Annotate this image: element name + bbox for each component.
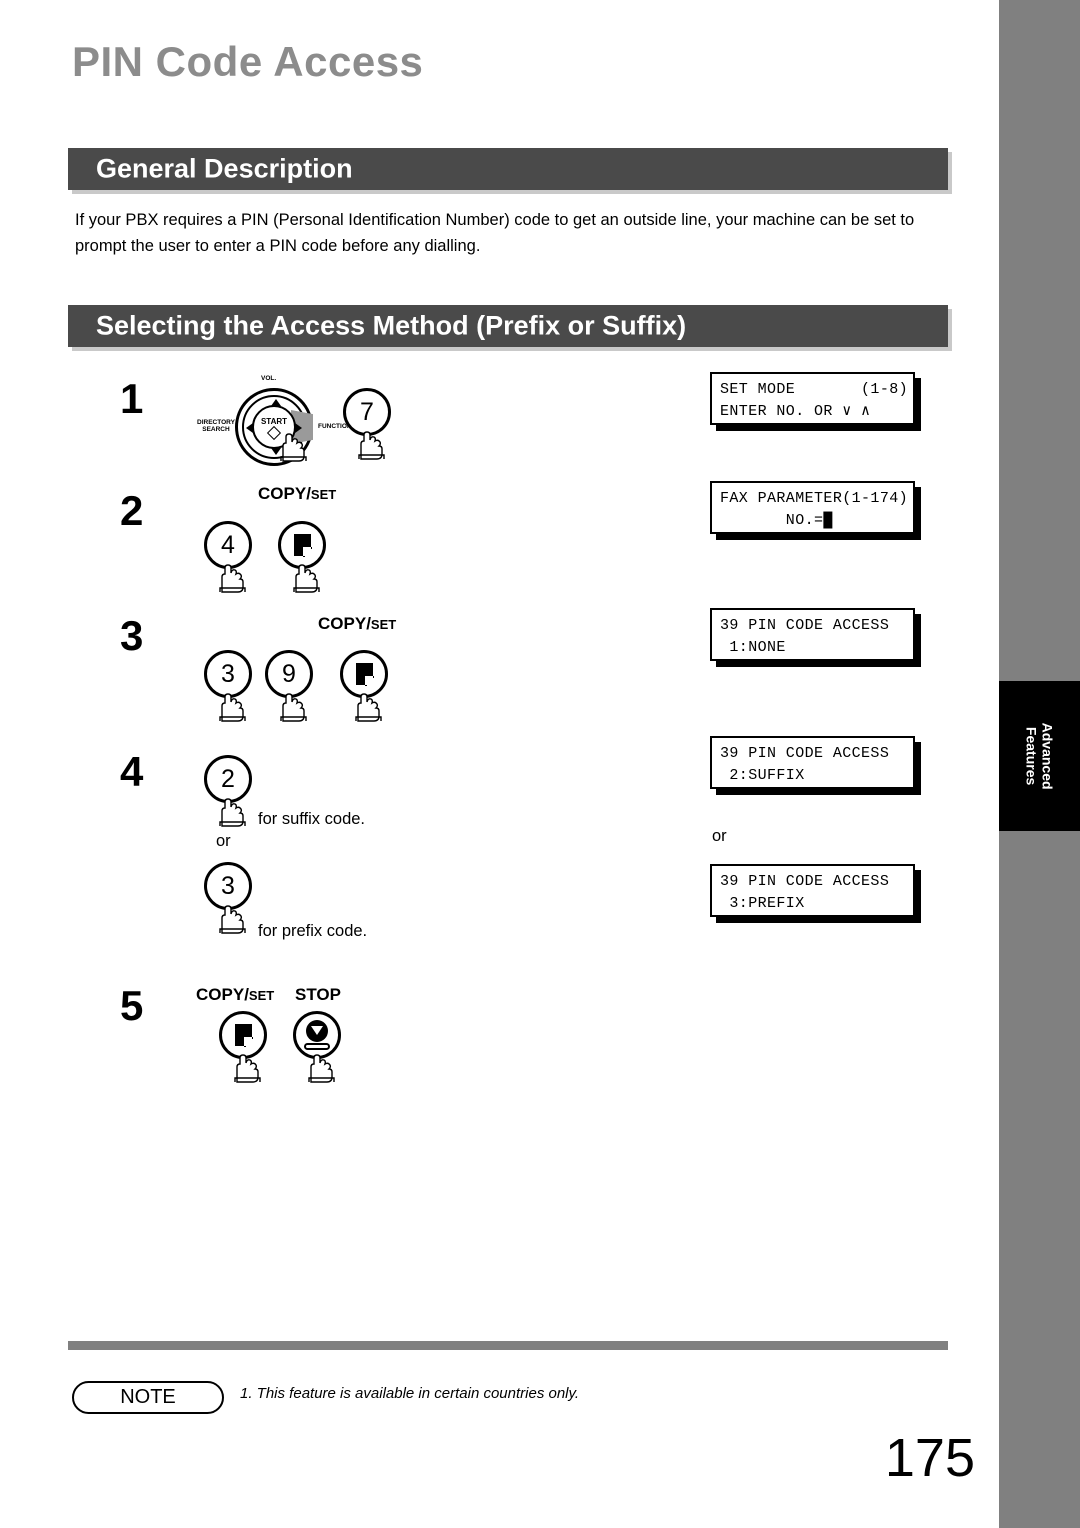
key-3-prefix[interactable]: 3 (204, 862, 252, 910)
copy-label: COPY (318, 614, 367, 633)
hand-pointer-icon (290, 563, 324, 593)
hand-pointer-icon (352, 692, 386, 722)
key-stop[interactable] (293, 1011, 341, 1059)
stop-key-label: STOP (295, 985, 341, 1005)
side-tab-line1: Advanced (1039, 722, 1056, 790)
page-title: PIN Code Access (72, 38, 424, 85)
stop-label: STOP (295, 985, 341, 1004)
lcd-step-4-prefix: 39 PIN CODE ACCESS 3:PREFIX (710, 864, 915, 917)
footer-divider (68, 1341, 948, 1350)
set-label: SET (370, 617, 397, 632)
step-4-number: 4 (120, 748, 144, 795)
side-tab-text: Advanced Features (1023, 723, 1055, 790)
lcd-step-2: FAX PARAMETER(1-174) NO.=█ (710, 481, 915, 534)
hand-pointer-icon (231, 1053, 265, 1083)
prefix-caption: for prefix code. (258, 922, 368, 940)
side-tab-advanced-features: Advanced Features (999, 681, 1080, 831)
copy-set-label-step-5: COPY/SET (196, 985, 274, 1005)
set-label: SET (248, 988, 275, 1003)
lcd-step-1: SET MODE (1-8) ENTER NO. OR ∨ ∧ (710, 372, 915, 425)
lcd-step-1-line1: SET MODE (1-8) (720, 381, 909, 398)
lcd-step-4-prefix-line2: 3:PREFIX (720, 894, 805, 912)
stop-triangle-shape (311, 1026, 323, 1035)
stop-icon (304, 1020, 330, 1050)
section-header-general-label: General Description (96, 153, 353, 184)
lcd-step-4-suffix: 39 PIN CODE ACCESS 2:SUFFIX (710, 736, 915, 789)
key-3[interactable]: 3 (204, 650, 252, 698)
page-number: 175 (884, 1428, 975, 1488)
hand-pointer-icon (216, 797, 250, 827)
section-header-selecting-label: Selecting the Access Method (Prefix or S… (96, 310, 687, 341)
hand-pointer-icon (305, 1053, 339, 1083)
note-badge: NOTE (72, 1381, 224, 1414)
side-tab-line2: Features (1023, 726, 1040, 786)
lcd-step-3-line2: 1:NONE (720, 638, 786, 656)
key-7[interactable]: 7 (343, 388, 391, 436)
lcd-step-1-line2: ENTER NO. OR ∨ ∧ (720, 402, 871, 420)
lcd-step-2-line2: NO.=█ (720, 511, 833, 529)
note-badge-label: NOTE (120, 1386, 176, 1408)
document-page-icon (234, 1024, 253, 1047)
hand-pointer-icon (216, 563, 250, 593)
dial-search-label: SEARCH (202, 426, 230, 434)
document-page-icon (355, 663, 374, 686)
lcd-step-4-suffix-line1: 39 PIN CODE ACCESS (720, 745, 890, 762)
key-2-suffix[interactable]: 2 (204, 755, 252, 803)
hand-pointer-icon (216, 692, 250, 722)
lcd-step-4-prefix-line1: 39 PIN CODE ACCESS (720, 873, 890, 890)
step-3-number: 3 (120, 612, 144, 659)
hand-pointer-icon (355, 430, 389, 460)
set-label: SET (310, 487, 337, 502)
key-3-label: 3 (221, 871, 235, 900)
stop-bar-shape (304, 1043, 330, 1050)
key-9-label: 9 (282, 659, 296, 688)
hand-pointer-icon (277, 432, 311, 462)
dial-vol-label: VOL. (261, 375, 277, 382)
section-header-general: General Description (68, 148, 948, 190)
step-5-number: 5 (120, 982, 144, 1029)
suffix-caption: for suffix code. (258, 810, 366, 828)
key-copy-set[interactable] (340, 650, 388, 698)
hand-pointer-icon (277, 692, 311, 722)
key-copy-set[interactable] (278, 521, 326, 569)
key-7-label: 7 (360, 397, 374, 426)
section-header-selecting: Selecting the Access Method (Prefix or S… (68, 305, 948, 347)
copy-set-label-step-2: COPY/SET (258, 484, 336, 504)
hand-pointer-icon (216, 904, 250, 934)
note-text: 1. This feature is available in certain … (240, 1385, 580, 1402)
lcd-step-3-line1: 39 PIN CODE ACCESS (720, 617, 890, 634)
key-4[interactable]: 4 (204, 521, 252, 569)
document-page-icon (293, 534, 312, 557)
key-9[interactable]: 9 (265, 650, 313, 698)
lcd-step-3: 39 PIN CODE ACCESS 1:NONE (710, 608, 915, 661)
dial-directory-search-label: DIRECTORY SEARCH (197, 419, 235, 433)
key-4-label: 4 (221, 530, 235, 559)
key-2-label: 2 (221, 764, 235, 793)
lcd-step-4-suffix-line2: 2:SUFFIX (720, 766, 805, 784)
general-description-paragraph: If your PBX requires a PIN (Personal Ide… (75, 211, 915, 255)
dial-directory-label: DIRECTORY (197, 419, 235, 426)
key-copy-set[interactable] (219, 1011, 267, 1059)
or-label-right: or (712, 827, 727, 845)
step-2-number: 2 (120, 487, 144, 534)
copy-label: COPY (258, 484, 307, 503)
key-3-label: 3 (221, 659, 235, 688)
lcd-step-2-line1: FAX PARAMETER(1-174) (720, 490, 909, 507)
or-label-left: or (216, 832, 231, 850)
copy-label: COPY (196, 985, 245, 1004)
copy-set-label-step-3: COPY/SET (318, 614, 396, 634)
start-button-label: START (260, 416, 288, 426)
step-1-number: 1 (120, 375, 144, 422)
